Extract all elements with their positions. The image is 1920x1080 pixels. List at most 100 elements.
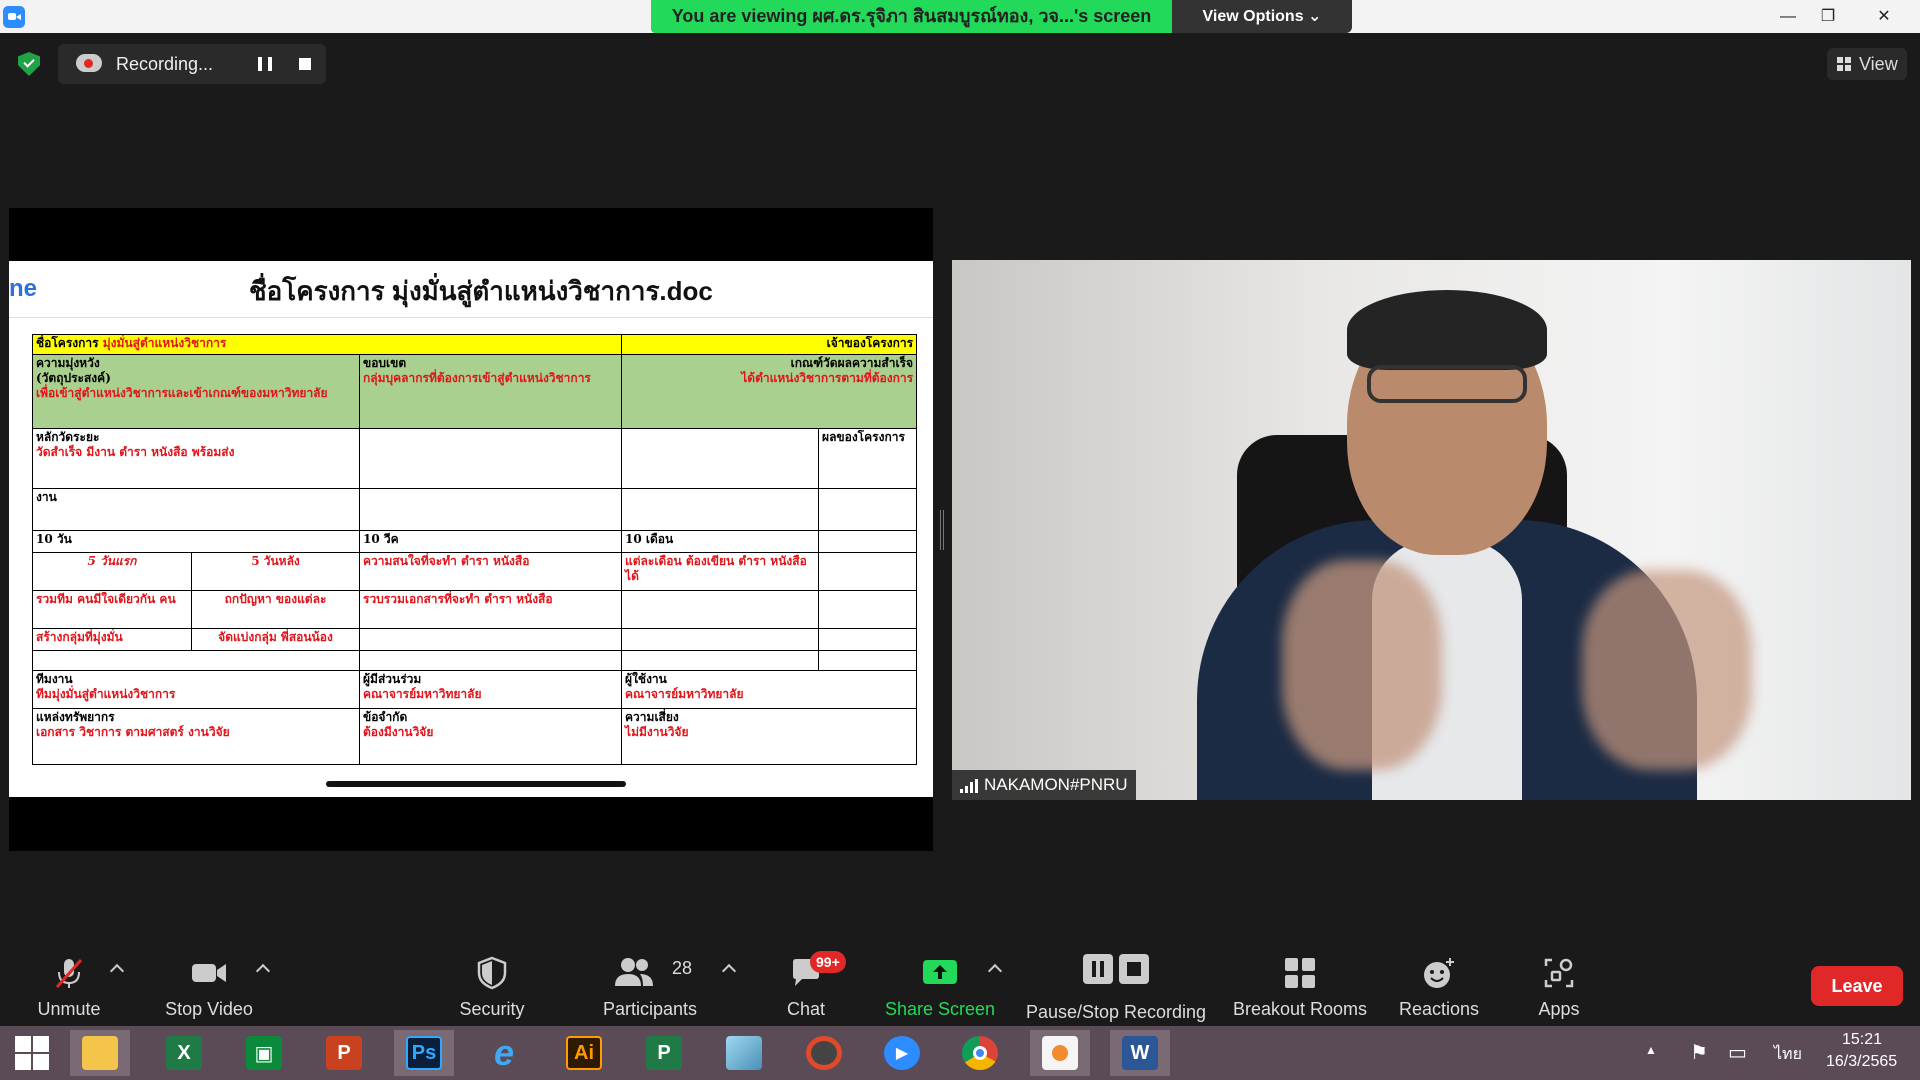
- table-cell: จัดแบ่งกลุ่ม พี่สอนน้อง: [191, 628, 360, 651]
- action-center-flag-icon[interactable]: ⚑: [1690, 1040, 1708, 1065]
- table-cell: 10 เดือน: [621, 530, 820, 553]
- audio-options-caret-icon[interactable]: [109, 963, 125, 979]
- breakout-rooms-button[interactable]: Breakout Rooms: [1232, 956, 1368, 1020]
- taskbar-excel[interactable]: X: [154, 1030, 214, 1076]
- cell-value: ต้องมีงานวิจัย: [363, 725, 434, 739]
- taskbar-paint3d[interactable]: [1030, 1030, 1090, 1076]
- taskbar-publisher[interactable]: ▣: [234, 1030, 294, 1076]
- security-shield-icon[interactable]: [18, 52, 40, 76]
- split-view-handle[interactable]: [940, 510, 944, 550]
- pause-recording-icon[interactable]: [258, 57, 272, 71]
- table-cell: [621, 428, 820, 489]
- minimize-button[interactable]: —: [1768, 0, 1808, 33]
- cell-label: ทีมงาน: [36, 672, 73, 686]
- participant-video[interactable]: NAKAMON#PNRU: [952, 260, 1911, 800]
- view-label: View: [1859, 54, 1898, 74]
- start-button[interactable]: [2, 1030, 62, 1076]
- table-cell: ชื่อโครงการ มุ่งมั่นสู่ตำแหน่งวิชาการ: [31, 334, 623, 355]
- cell-value: คณาจารย์มหาวิทยาลัย: [625, 687, 744, 701]
- taskbar-paint[interactable]: [714, 1030, 774, 1076]
- reactions-smiley-icon: [1424, 958, 1454, 988]
- security-button[interactable]: Security: [452, 956, 532, 1020]
- cell-label: ข้อจำกัด: [363, 710, 408, 724]
- apps-label: Apps: [1538, 999, 1580, 1019]
- cell-label: ผู้ใช้งาน: [625, 672, 667, 686]
- cell-label: ชื่อโครงการ: [36, 336, 99, 350]
- viewing-screen-banner: You are viewing ผศ.ดร.รุจิภา สินสมบูรณ์ท…: [651, 0, 1172, 33]
- table-cell: ผลของโครงการ: [818, 428, 918, 489]
- cell-label: ผู้มีส่วนร่วม: [363, 672, 422, 686]
- reactions-button[interactable]: Reactions: [1396, 956, 1482, 1020]
- share-screen-button[interactable]: Share Screen: [880, 956, 1000, 1020]
- windows-logo-icon: [15, 1036, 49, 1070]
- doc-left-fragment: ne: [9, 275, 38, 302]
- table-cell: [818, 650, 918, 671]
- table-cell: [358, 650, 623, 671]
- doc-divider: [9, 317, 933, 318]
- view-layout-button[interactable]: View: [1827, 48, 1907, 80]
- taskbar-project[interactable]: P: [634, 1030, 694, 1076]
- table-row: หลักวัดระยะ วัดสำเร็จ มีงาน ตำรา หนังสือ …: [32, 428, 918, 489]
- muted-mic-icon: [55, 959, 83, 988]
- clock-date[interactable]: 16/3/2565: [1826, 1053, 1897, 1071]
- chevron-down-icon: ⌄: [1308, 8, 1322, 25]
- excel-icon: X: [166, 1036, 202, 1070]
- table-cell: แต่ละเดือน ต้องเขียน ตำรา หนังสือ ได้: [621, 552, 820, 591]
- leave-button[interactable]: Leave: [1811, 966, 1903, 1006]
- taskbar-photoscape[interactable]: [794, 1030, 854, 1076]
- unmute-label: Unmute: [37, 999, 101, 1019]
- view-options-button[interactable]: View Options ⌄: [1172, 0, 1352, 33]
- pause-stop-recording-button[interactable]: Pause/Stop Recording: [1024, 954, 1208, 1022]
- input-language[interactable]: ไทย: [1774, 1042, 1802, 1067]
- taskbar-illustrator[interactable]: Ai: [554, 1030, 614, 1076]
- doc-scrollbar[interactable]: [326, 781, 626, 787]
- taskbar-zoom[interactable]: ▶: [872, 1030, 932, 1076]
- tray-chevron-up-icon[interactable]: ▲: [1645, 1043, 1657, 1057]
- table-row: 10 วัน 10 วีค 10 เดือน: [32, 530, 918, 553]
- zoom-icon: ▶: [884, 1036, 920, 1070]
- stop-recording-icon[interactable]: [299, 58, 311, 70]
- clock-time[interactable]: 15:21: [1842, 1031, 1882, 1049]
- table-row: สร้างกลุ่มที่มุ่งมั่น จัดแบ่งกลุ่ม พี่สอ…: [32, 628, 918, 651]
- paint3d-icon: [1042, 1036, 1078, 1070]
- table-cell: เจ้าของโครงการ: [621, 334, 918, 355]
- share-screen-icon: [923, 960, 957, 984]
- restore-button[interactable]: ❐: [1808, 0, 1848, 33]
- taskbar-photoshop[interactable]: Ps: [394, 1030, 454, 1076]
- participant-name-tag: NAKAMON#PNRU: [952, 770, 1136, 800]
- table-cell: 5 วันแรก: [32, 552, 192, 591]
- zoom-logo-icon: [3, 6, 25, 28]
- cell-label: (วัตถุประสงค์): [36, 371, 111, 385]
- taskbar-word[interactable]: W: [1110, 1030, 1170, 1076]
- apps-button[interactable]: Apps: [1534, 956, 1584, 1020]
- participants-label: Participants: [602, 999, 698, 1019]
- stop-video-button[interactable]: Stop Video: [160, 956, 258, 1020]
- participants-icon: [615, 958, 653, 986]
- video-options-caret-icon[interactable]: [255, 963, 271, 979]
- table-cell: 5 วันหลัง: [191, 552, 360, 591]
- table-cell: รวมทีม คนมีใจเดียวกัน คน: [32, 590, 192, 629]
- taskbar-internet-explorer[interactable]: e: [474, 1030, 534, 1076]
- table-row: ความมุ่งหวัง (วัตถุประสงค์) เพื่อเข้าสู่ตำ…: [32, 354, 918, 429]
- table-cell: [818, 530, 918, 553]
- cell-value: มุ่งมั่นสู่ตำแหน่งวิชาการ: [102, 336, 227, 350]
- cell-label: ความมุ่งหวัง: [36, 356, 100, 370]
- table-row: แหล่งทรัพยากร เอกสาร วิชาการ ตามศาสตร์ งา…: [32, 708, 918, 765]
- table-cell: เกณฑ์วัดผลความสำเร็จ ได้ตำแหน่งวิชาการตาม…: [621, 354, 918, 429]
- pause-stop-icon: [1083, 954, 1149, 984]
- network-icon[interactable]: ▭: [1728, 1040, 1747, 1065]
- taskbar-chrome[interactable]: [950, 1030, 1010, 1076]
- taskbar-powerpoint[interactable]: P: [314, 1030, 374, 1076]
- project-table: ชื่อโครงการ มุ่งมั่นสู่ตำแหน่งวิชาการ เจ…: [31, 334, 918, 765]
- internet-explorer-icon: e: [493, 1032, 515, 1073]
- close-button[interactable]: ✕: [1864, 0, 1904, 33]
- paint-icon: [726, 1036, 762, 1070]
- participants-button[interactable]: 28 Participants: [598, 956, 702, 1020]
- participants-options-caret-icon[interactable]: [721, 963, 737, 979]
- security-label: Security: [459, 999, 525, 1019]
- unmute-button[interactable]: Unmute: [28, 956, 110, 1020]
- video-person-hair: [1347, 290, 1547, 370]
- taskbar-file-explorer[interactable]: [70, 1030, 130, 1076]
- table-cell: ถกปัญหา ของแต่ละ: [191, 590, 360, 629]
- signal-strength-icon: [960, 779, 978, 793]
